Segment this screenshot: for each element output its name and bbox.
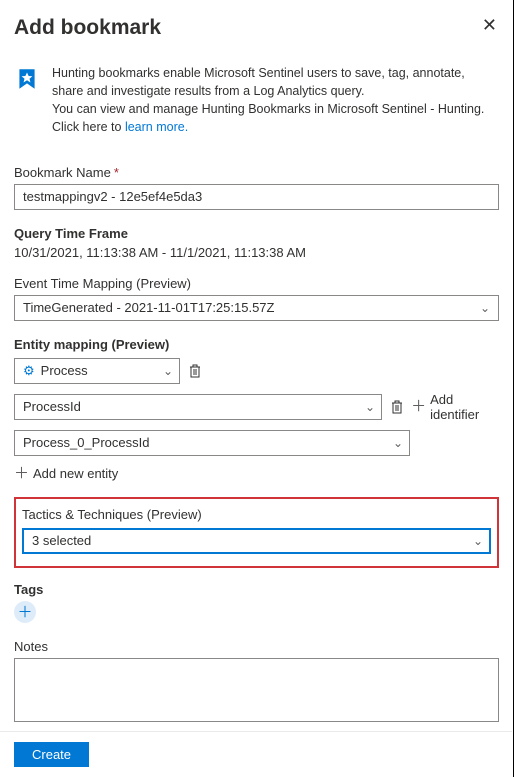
entity-mapping-label: Entity mapping (Preview) (14, 337, 499, 352)
event-time-label: Event Time Mapping (Preview) (14, 276, 499, 291)
tactics-label: Tactics & Techniques (Preview) (22, 507, 491, 522)
plus-icon: ＋ (14, 466, 29, 481)
chevron-down-icon: ⌄ (393, 436, 403, 450)
tactics-highlight-box: Tactics & Techniques (Preview) 3 selecte… (14, 497, 499, 568)
query-time-value: 10/31/2021, 11:13:38 AM - 11/1/2021, 11:… (14, 245, 499, 260)
plus-icon: ＋ (17, 601, 32, 622)
notes-textarea[interactable] (14, 658, 499, 722)
entity-type-select[interactable]: ⚙ Process ⌄ (14, 358, 180, 384)
bookmark-icon (14, 66, 40, 92)
add-tag-button[interactable]: ＋ (14, 601, 36, 623)
delete-identifier-icon[interactable] (390, 399, 403, 415)
panel-title: Add bookmark (14, 16, 161, 40)
add-identifier-button[interactable]: ＋ Add identifier (411, 392, 499, 422)
chevron-down-icon: ⌄ (365, 400, 375, 414)
chevron-down-icon: ⌄ (480, 301, 490, 315)
create-button[interactable]: Create (14, 742, 89, 767)
tactics-select[interactable]: 3 selected ⌄ (22, 528, 491, 554)
plus-icon: ＋ (411, 399, 426, 414)
delete-entity-icon[interactable] (188, 363, 202, 379)
bookmark-name-input[interactable] (14, 184, 499, 210)
tags-label: Tags (14, 582, 499, 597)
learn-more-link[interactable]: learn more. (125, 120, 188, 134)
chevron-down-icon: ⌄ (163, 364, 173, 378)
chevron-down-icon: ⌄ (473, 534, 483, 548)
notes-label: Notes (14, 639, 499, 654)
gear-icon: ⚙ (23, 363, 35, 379)
event-time-select[interactable]: TimeGenerated - 2021-11-01T17:25:15.57Z … (14, 295, 499, 321)
info-text: Hunting bookmarks enable Microsoft Senti… (52, 64, 499, 137)
close-icon[interactable]: ✕ (480, 16, 499, 34)
add-entity-button[interactable]: ＋ Add new entity (14, 466, 499, 481)
query-time-label: Query Time Frame (14, 226, 499, 241)
identifier-select[interactable]: ProcessId ⌄ (14, 394, 382, 420)
bookmark-name-label: Bookmark Name* (14, 165, 499, 180)
identifier-value-select[interactable]: Process_0_ProcessId ⌄ (14, 430, 410, 456)
